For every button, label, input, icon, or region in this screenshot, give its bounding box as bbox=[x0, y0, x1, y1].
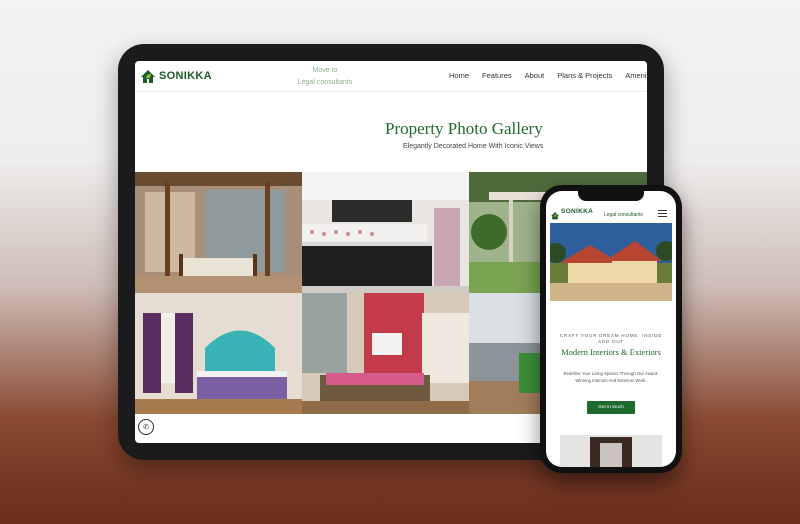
mobile-header: SONIKKA Legal consultants bbox=[546, 201, 676, 221]
mobile-brand-logo[interactable]: SONIKKA bbox=[550, 207, 594, 220]
house-leaf-icon bbox=[550, 207, 560, 220]
kitchen-photo[interactable] bbox=[302, 172, 469, 293]
mobile-brand-name: SONIKKA bbox=[561, 208, 594, 215]
brand-logo[interactable]: SONIKKA bbox=[139, 68, 212, 84]
gallery-subtitle: Elegantly Decorated Home With Iconic Vie… bbox=[403, 143, 544, 150]
hamburger-icon[interactable] bbox=[658, 210, 667, 219]
main-nav: Home Features About Plans & Projects Ame… bbox=[449, 71, 647, 80]
living-room-photo[interactable] bbox=[135, 172, 302, 293]
nav-amenities[interactable]: Amenities bbox=[625, 71, 647, 80]
site-header: SONIKKA Move to Legal consultants Home F… bbox=[135, 61, 647, 92]
house-leaf-icon bbox=[139, 68, 157, 84]
gallery-title: Property Photo Gallery bbox=[385, 119, 543, 138]
nav-features[interactable]: Features bbox=[482, 71, 512, 80]
nav-about[interactable]: About bbox=[525, 71, 545, 80]
hero-body: Redefine Your Living Spaces Through Our … bbox=[563, 371, 659, 383]
nav-plans-projects[interactable]: Plans & Projects bbox=[557, 71, 612, 80]
phone-notch bbox=[578, 191, 644, 201]
phone-device: SONIKKA Legal consultants CRAFT YOUR DRE… bbox=[540, 185, 682, 473]
tagline-line-1: Move to bbox=[312, 67, 338, 74]
nav-home[interactable]: Home bbox=[449, 71, 469, 80]
daybed-room-photo[interactable] bbox=[302, 293, 469, 414]
whatsapp-icon[interactable]: ✆ bbox=[138, 419, 154, 435]
villa-exterior-photo bbox=[550, 223, 672, 301]
tagline-line-2: Legal consultants bbox=[297, 79, 353, 86]
hero-eyebrow: CRAFT YOUR DREAM HOME, INSIDE AND OUT bbox=[559, 333, 663, 344]
phone-screen: SONIKKA Legal consultants CRAFT YOUR DRE… bbox=[546, 191, 676, 467]
get-in-touch-button[interactable]: Get in touch bbox=[587, 401, 635, 414]
mobile-tagline: Legal consultants bbox=[604, 212, 643, 218]
hero-heading: Modern Interiors & Exteriors bbox=[561, 347, 661, 357]
interior-preview-photo bbox=[560, 435, 662, 467]
brand-name: SONIKKA bbox=[159, 70, 212, 82]
header-tagline: Move to Legal consultants bbox=[295, 65, 355, 89]
kids-bedroom-photo[interactable] bbox=[135, 293, 302, 414]
